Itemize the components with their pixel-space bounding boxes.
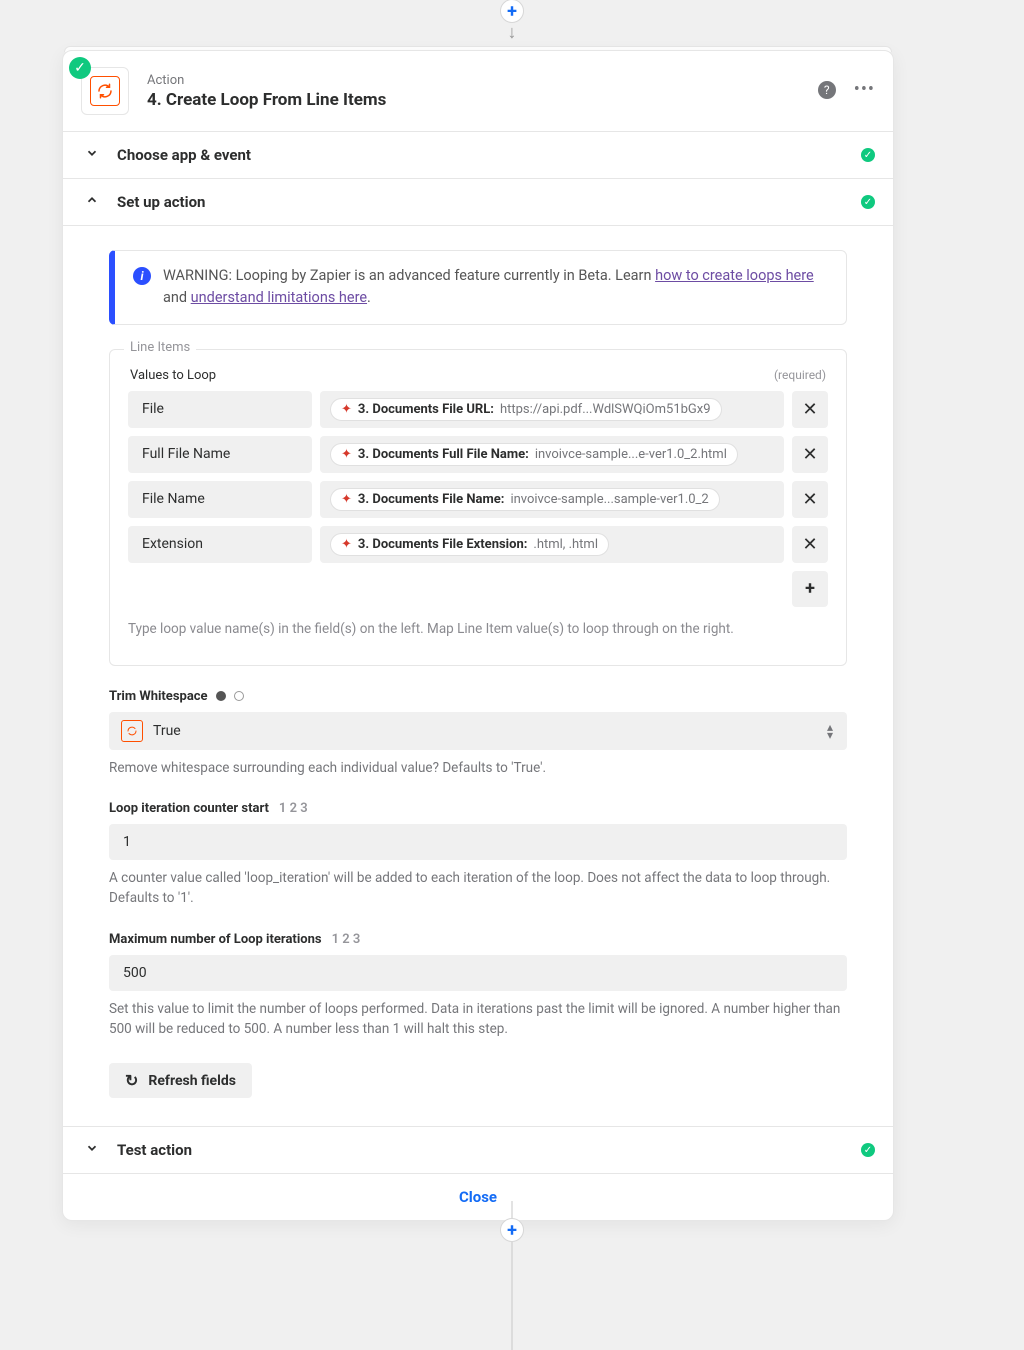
action-card: ✓ Action 4. Create Loop From Line Items … xyxy=(62,50,894,1221)
values-to-loop-label: Values to Loop xyxy=(130,368,216,383)
counter-input[interactable]: 1 xyxy=(109,824,847,860)
close-button[interactable]: Close xyxy=(63,1173,893,1220)
trim-value: True xyxy=(153,723,181,739)
puzzle-icon: ✦ xyxy=(341,537,352,552)
select-caret-icon: ▴▾ xyxy=(827,723,833,740)
pill-label: 3. Documents File URL: xyxy=(358,402,494,417)
help-icon[interactable]: ? xyxy=(818,81,836,99)
pill-value: invoivce-sample...sample-ver1.0_2 xyxy=(510,492,708,507)
add-row-button[interactable]: + xyxy=(792,571,828,607)
info-link-limitations[interactable]: understand limitations here xyxy=(191,289,367,306)
line-item-key-input[interactable]: File xyxy=(128,391,312,428)
section-test-label: Test action xyxy=(117,1141,192,1159)
line-item-value-input[interactable]: ✦ 3. Documents File Name: invoivce-sampl… xyxy=(320,481,784,518)
more-icon[interactable]: ••• xyxy=(854,81,875,99)
radio-icon xyxy=(234,691,244,701)
line-item-row: Full File Name ✦ 3. Documents Full File … xyxy=(128,436,828,473)
counter-value: 1 xyxy=(123,834,131,850)
card-header: Action 4. Create Loop From Line Items ? … xyxy=(63,51,893,131)
counter-label: Loop iteration counter start xyxy=(109,801,269,816)
pill-label: 3. Documents File Name: xyxy=(358,492,505,507)
remove-row-button[interactable]: ✕ xyxy=(792,481,828,518)
remove-row-button[interactable]: ✕ xyxy=(792,436,828,473)
connector-line xyxy=(512,1242,513,1350)
add-step-bottom-button[interactable]: + xyxy=(500,1218,524,1242)
info-text-mid: and xyxy=(163,289,191,306)
pill-label: 3. Documents Full File Name: xyxy=(358,447,529,462)
add-step-top-button[interactable]: + xyxy=(500,0,524,23)
max-value: 500 xyxy=(123,965,147,981)
loop-icon xyxy=(90,76,120,106)
pill-value: .html, .html xyxy=(533,537,598,552)
fieldset-legend: Line Items xyxy=(124,340,196,355)
puzzle-icon: ✦ xyxy=(341,402,352,417)
line-item-row: Extension ✦ 3. Documents File Extension:… xyxy=(128,526,828,563)
pill-label: 3. Documents File Extension: xyxy=(358,537,527,552)
chevron-down-icon xyxy=(85,146,103,164)
section-choose-label: Choose app & event xyxy=(117,146,251,164)
section-setup-label: Set up action xyxy=(117,193,205,211)
max-input[interactable]: 500 xyxy=(109,955,847,991)
warning-banner: i WARNING: Looping by Zapier is an advan… xyxy=(109,250,847,325)
max-help: Set this value to limit the number of lo… xyxy=(109,999,847,1040)
max-label: Maximum number of Loop iterations xyxy=(109,932,322,947)
section-test-action[interactable]: Test action ✓ xyxy=(63,1126,893,1173)
line-items-hint: Type loop value name(s) in the field(s) … xyxy=(128,621,828,637)
counter-help: A counter value called 'loop_iteration' … xyxy=(109,868,847,909)
remove-row-button[interactable]: ✕ xyxy=(792,391,828,428)
check-icon: ✓ xyxy=(861,195,875,209)
line-item-row: File Name ✦ 3. Documents File Name: invo… xyxy=(128,481,828,518)
radio-icon xyxy=(216,691,226,701)
line-item-key-input[interactable]: Full File Name xyxy=(128,436,312,473)
info-icon: i xyxy=(133,267,151,285)
remove-row-button[interactable]: ✕ xyxy=(792,526,828,563)
info-link-create-loops[interactable]: how to create loops here xyxy=(655,267,814,284)
refresh-label: Refresh fields xyxy=(148,1073,236,1089)
puzzle-icon: ✦ xyxy=(341,492,352,507)
trim-label: Trim Whitespace xyxy=(109,689,208,704)
refresh-fields-button[interactable]: ↻ Refresh fields xyxy=(109,1063,252,1098)
header-type: Action xyxy=(147,73,386,88)
puzzle-icon: ✦ xyxy=(341,447,352,462)
counter-hint-label: 1 2 3 xyxy=(279,801,308,816)
line-item-key-input[interactable]: Extension xyxy=(128,526,312,563)
required-label: (required) xyxy=(774,368,826,383)
line-item-value-input[interactable]: ✦ 3. Documents Full File Name: invoivce-… xyxy=(320,436,784,473)
section-choose-app[interactable]: Choose app & event ✓ xyxy=(63,131,893,178)
line-item-value-input[interactable]: ✦ 3. Documents File URL: https://api.pdf… xyxy=(320,391,784,428)
section-setup-action[interactable]: Set up action ✓ xyxy=(63,179,893,225)
check-icon: ✓ xyxy=(861,1143,875,1157)
max-hint-label: 1 2 3 xyxy=(332,932,361,947)
loop-icon xyxy=(121,720,143,742)
trim-help: Remove whitespace surrounding each indiv… xyxy=(109,758,847,778)
page-title: 4. Create Loop From Line Items xyxy=(147,90,386,110)
info-text-prefix: WARNING: Looping by Zapier is an advance… xyxy=(163,267,655,284)
chevron-up-icon xyxy=(85,193,103,211)
trim-select[interactable]: True ▴▾ xyxy=(109,712,847,750)
field-type-toggle[interactable] xyxy=(216,691,244,701)
arrow-down-icon: ↓ xyxy=(508,22,517,43)
check-icon: ✓ xyxy=(861,148,875,162)
line-items-fieldset: Line Items Values to Loop (required) Fil… xyxy=(109,349,847,666)
pill-value: invoivce-sample...e-ver1.0_2.html xyxy=(535,447,727,462)
info-text-suffix: . xyxy=(367,289,371,306)
refresh-icon: ↻ xyxy=(125,1071,138,1090)
line-item-value-input[interactable]: ✦ 3. Documents File Extension: .html, .h… xyxy=(320,526,784,563)
line-item-row: File ✦ 3. Documents File URL: https://ap… xyxy=(128,391,828,428)
line-item-key-input[interactable]: File Name xyxy=(128,481,312,518)
pill-value: https://api.pdf...WdlSWQiOm51bGx9 xyxy=(500,402,711,417)
chevron-down-icon xyxy=(85,1141,103,1159)
status-check-icon: ✓ xyxy=(69,57,91,79)
